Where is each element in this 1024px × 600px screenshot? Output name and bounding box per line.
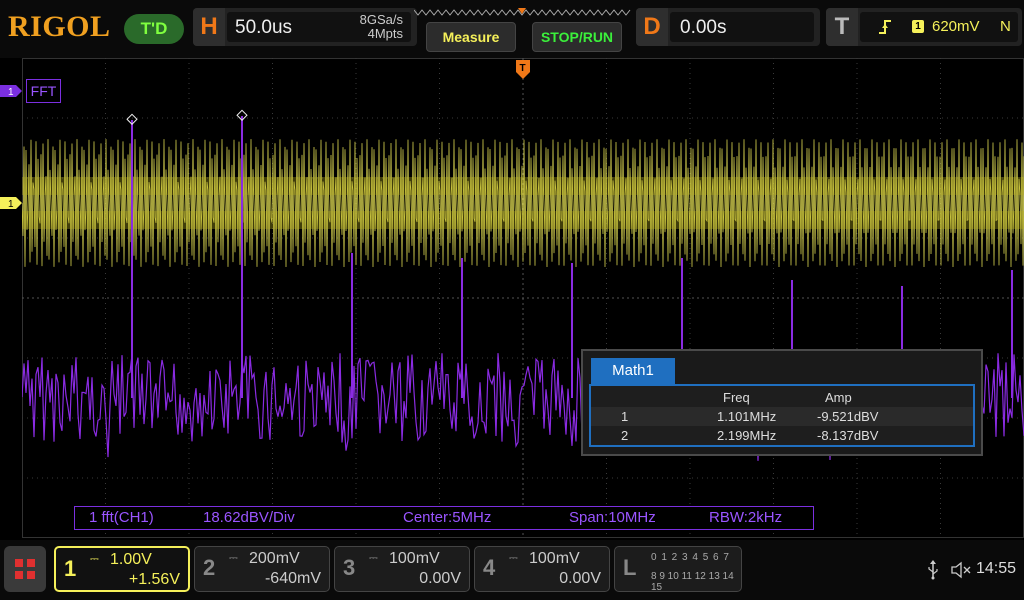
logic-analyzer-panel[interactable]: L 0 1 2 3 4 5 6 7 8 9 10 11 12 13 14 15 — [614, 546, 742, 593]
rigol-logo: RIGOL — [8, 10, 111, 43]
fft-scale: 18.62dBV/Div — [203, 509, 295, 526]
timebase-value: 50.0us — [235, 17, 293, 38]
trigger-level: 620mV — [932, 18, 980, 35]
dc-coupling-icon: ⎓ — [229, 552, 238, 564]
channel-3-panel[interactable]: 3 ⎓ 100mV 0.00V — [334, 546, 470, 592]
fft-center: Center:5MHz — [403, 509, 492, 526]
channel-offset: 0.00V — [559, 570, 601, 587]
channel-4-panel[interactable]: 4 ⎓ 100mV 0.00V — [474, 546, 610, 592]
trigger-status-badge: T'D — [124, 14, 184, 44]
horizontal-readout: 50.0us 8GSa/s 4Mpts — [227, 12, 411, 42]
graticule-grid — [22, 58, 1024, 538]
table-header: Freq Amp — [591, 388, 973, 407]
dc-coupling-icon: ⎓ — [369, 552, 378, 564]
channel-scale: 200mV — [249, 550, 300, 567]
row-freq: 1.101MHz — [717, 409, 777, 424]
horizontal-key[interactable]: H — [193, 8, 225, 46]
dc-coupling-icon: ⎓ — [90, 553, 99, 565]
channel-scale: 1.00V — [110, 551, 152, 568]
usb-icon — [928, 560, 938, 580]
fft-label: FFT — [26, 79, 61, 103]
logic-channels-row2: 8 9 10 11 12 13 14 15 — [651, 571, 734, 593]
top-bar: RIGOL T'D H 50.0us 8GSa/s 4Mpts Measure … — [0, 0, 1024, 58]
channel-offset: -640mV — [264, 570, 321, 587]
memory-depth: 4Mpts — [367, 26, 403, 41]
row-freq: 2.199MHz — [717, 428, 777, 443]
rising-edge-icon — [879, 20, 891, 34]
channel-scale: 100mV — [389, 550, 440, 567]
channel-number: 4 — [483, 555, 496, 580]
logic-key: L — [623, 555, 637, 580]
waveform-display[interactable] — [22, 58, 1024, 538]
channel-offset: 0.00V — [419, 570, 461, 587]
sample-rate: 8GSa/s — [359, 12, 403, 27]
table-row: 1 1.101MHz -9.521dBV — [591, 407, 973, 426]
channel-1-panel[interactable]: 1 ⎓ 1.00V +1.56V — [54, 546, 190, 592]
bottom-bar: 1 ⎓ 1.00V +1.56V 2 ⎓ 200mV -640mV 3 ⎓ 10… — [0, 540, 1024, 600]
logic-channels-row1: 0 1 2 3 4 5 6 7 — [651, 552, 730, 563]
channel-number: 2 — [203, 555, 216, 580]
header-freq: Freq — [723, 390, 750, 405]
dc-coupling-icon: ⎓ — [509, 552, 518, 564]
trigger-key[interactable]: T — [826, 8, 858, 46]
fft-position-marker: 1 — [8, 87, 14, 98]
header-amp: Amp — [825, 390, 852, 405]
row-amp: -8.137dBV — [817, 428, 879, 443]
peak-table-body: Freq Amp 1 1.101MHz -9.521dBV 2 2.199MHz… — [589, 384, 975, 447]
stop-run-button[interactable]: STOP/RUN — [532, 22, 622, 52]
channel-number: 3 — [343, 555, 356, 580]
trigger-mode: N — [1000, 18, 1011, 35]
fft-span: Span:10MHz — [569, 509, 656, 526]
fft-info-bar: 1 fft(CH1) 18.62dBV/Div Center:5MHz Span… — [74, 506, 814, 530]
channel-2-panel[interactable]: 2 ⎓ 200mV -640mV — [194, 546, 330, 592]
trigger-panel[interactable]: T 1 620mV N — [826, 8, 1022, 46]
table-row: 2 2.199MHz -8.137dBV — [591, 426, 973, 445]
horizontal-panel[interactable]: H 50.0us 8GSa/s 4Mpts — [193, 8, 417, 46]
measure-button[interactable]: Measure — [426, 22, 516, 52]
channel-offset: +1.56V — [128, 571, 180, 588]
grid-menu-icon — [15, 559, 35, 579]
fft-source: 1 fft(CH1) — [89, 509, 154, 526]
delay-panel[interactable]: D 0.00s — [636, 8, 820, 46]
row-index: 1 — [621, 409, 629, 424]
system-clock: 14:55 — [976, 560, 1017, 577]
peak-search-table[interactable]: Math1 Freq Amp 1 1.101MHz -9.521dBV 2 2.… — [581, 349, 983, 456]
delay-key[interactable]: D — [636, 8, 668, 46]
trigger-readout: 1 620mV N — [860, 12, 1018, 42]
channel-scale: 100mV — [529, 550, 580, 567]
trigger-source-badge: 1 — [912, 20, 924, 33]
fft-rbw: RBW:2kHz — [709, 509, 783, 526]
ch1-position-marker: 1 — [8, 199, 14, 210]
speaker-muted-icon[interactable] — [950, 560, 972, 580]
left-markers: 1 1 — [0, 85, 22, 210]
delay-readout: 0.00s — [670, 12, 814, 42]
trigger-position-marker[interactable]: T — [516, 60, 530, 80]
channel-number: 1 — [64, 556, 77, 581]
memory-position-strip — [414, 8, 631, 16]
row-index: 2 — [621, 428, 629, 443]
svg-text:T: T — [520, 63, 526, 74]
tab-math1[interactable]: Math1 — [591, 358, 675, 384]
home-button[interactable] — [4, 546, 46, 592]
row-amp: -9.521dBV — [817, 409, 879, 424]
delay-value: 0.00s — [680, 17, 727, 38]
